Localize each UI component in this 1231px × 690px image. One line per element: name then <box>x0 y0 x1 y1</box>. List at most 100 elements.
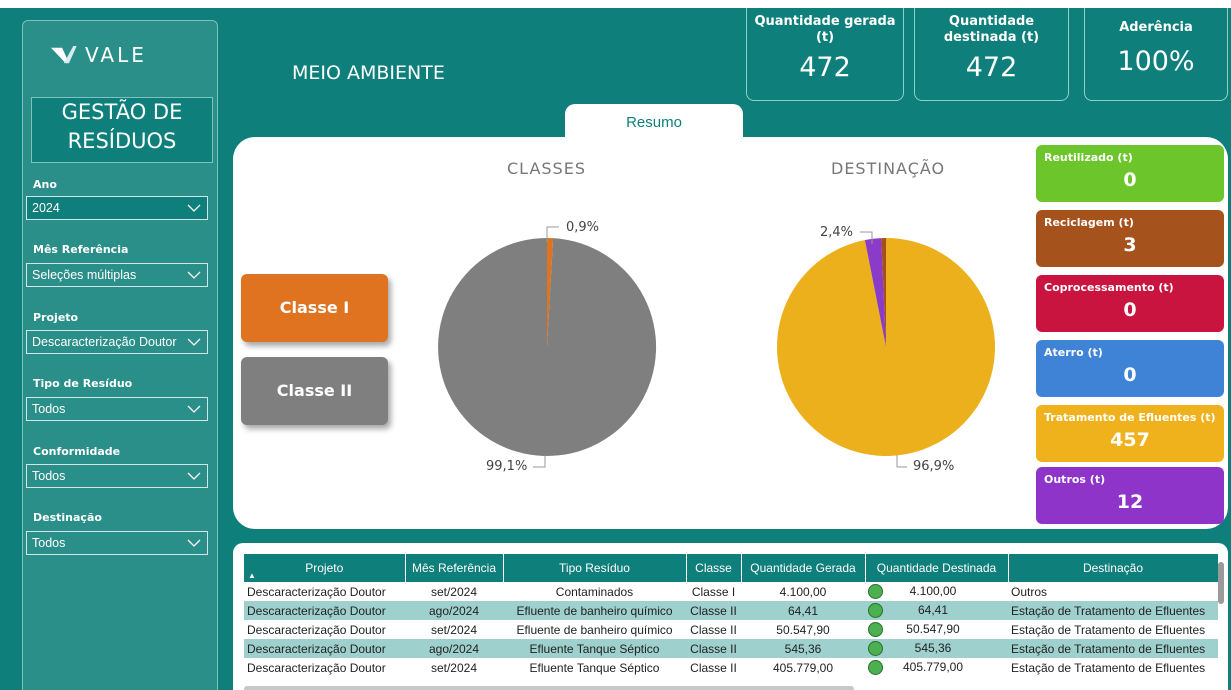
table-cell: Efluente de banheiro químico <box>503 601 686 620</box>
filter-projeto-dropdown[interactable]: Descaracterização Doutor <box>26 330 208 354</box>
card-tratamento-efluentes[interactable]: Tratamento de Efluentes (t) 457 <box>1036 405 1224 462</box>
report-canvas: VALE GESTÃO DE RESÍDUOS Ano 2024 Mês Ref… <box>0 8 1231 690</box>
filter-destinacao-dropdown[interactable]: Todos <box>26 531 208 555</box>
sort-ascending-icon: ▲ <box>248 571 256 580</box>
table-cell: 50.547,90 <box>776 622 830 637</box>
card-label: Coprocessamento (t) <box>1044 281 1174 294</box>
table-cell: 64,41 <box>741 601 865 620</box>
filter-value: Todos <box>32 536 66 550</box>
filter-ano-dropdown[interactable]: 2024 <box>26 196 208 220</box>
destinacao-label-efluentes: 96,9% <box>913 459 955 474</box>
table-cell: Outros <box>1011 584 1048 599</box>
table-cell: 50.547,90 <box>865 620 1008 639</box>
card-value: 0 <box>1123 364 1137 386</box>
table-cell-value: 64,41 <box>917 602 949 617</box>
table-cell: Classe I <box>691 584 736 599</box>
table-cell: Descaracterização Doutor <box>247 622 386 637</box>
card-reciclagem[interactable]: Reciclagem (t) 3 <box>1036 210 1224 267</box>
chevron-down-icon <box>187 472 201 480</box>
filter-label-projeto: Projeto <box>33 311 79 324</box>
card-reutilizado[interactable]: Reutilizado (t) 0 <box>1036 145 1224 202</box>
table-cell: ago/2024 <box>405 639 503 658</box>
page-title: GESTÃO DE RESÍDUOS <box>31 97 213 163</box>
table-cell: Descaracterização Doutor <box>244 601 405 620</box>
classes-pie-chart <box>438 237 657 456</box>
kpi-value: 472 <box>799 52 851 83</box>
conformity-status-icon <box>868 660 883 676</box>
filter-tipo-dropdown[interactable]: Todos <box>26 397 208 421</box>
filter-label-ano: Ano <box>33 178 57 191</box>
destinacao-title: DESTINAÇÃO <box>831 159 946 178</box>
card-value: 3 <box>1123 234 1137 256</box>
conformity-status-icon <box>868 641 883 657</box>
column-header-tipo[interactable]: Tipo Resíduo <box>503 554 687 582</box>
filter-value: Seleções múltiplas <box>32 268 137 282</box>
section-heading: MEIO AMBIENTE <box>292 62 445 84</box>
table-cell: 405.779,00 <box>772 660 834 675</box>
card-label: Outros (t) <box>1044 473 1106 486</box>
kpi-value: 472 <box>965 52 1018 83</box>
table-cell: Classe II <box>686 639 741 658</box>
horizontal-scrollbar[interactable] <box>244 686 854 690</box>
table-cell: Descaracterização Doutor <box>244 639 405 658</box>
table-cell: set/2024 <box>430 584 478 599</box>
card-outros[interactable]: Outros (t) 12 <box>1036 467 1224 524</box>
table-cell: Classe II <box>686 601 741 620</box>
filter-value: 2024 <box>32 201 60 215</box>
table-cell-value: 405.779,00 <box>902 659 964 674</box>
table-row[interactable]: Descaracterização Doutor ago/2024 Efluente… <box>244 601 1218 620</box>
logo-text: VALE <box>85 43 147 67</box>
table-cell-value: 50.547,90 <box>906 621 960 636</box>
table-cell: Classe II <box>690 660 737 675</box>
kpi-aderencia: Aderência 100% <box>1084 8 1228 101</box>
column-header-qtd-destinada[interactable]: Quantidade Destinada <box>865 554 1009 582</box>
chevron-down-icon <box>187 338 201 346</box>
table-row[interactable]: Descaracterização Doutor set/2024 Contamin… <box>244 582 1218 601</box>
kpi-value: 100% <box>1117 46 1195 77</box>
chevron-down-icon <box>187 539 201 547</box>
table-cell: Classe II <box>690 622 737 637</box>
filter-mes-dropdown[interactable]: Seleções múltiplas <box>26 263 208 287</box>
table-header-row: Projeto ▲ Mês Referência Tipo Resíduo Cla… <box>244 554 1219 582</box>
destinacao-label-outros: 2,4% <box>820 225 854 240</box>
table-cell: Descaracterização Doutor <box>247 660 386 675</box>
table-row[interactable]: Descaracterização Doutor set/2024 Efluente… <box>244 658 1218 677</box>
table-cell-value: 4.100,00 <box>909 583 957 598</box>
kpi-label: Aderência <box>1119 20 1193 35</box>
kpi-label: Quantidade destinada (t) <box>943 14 1040 45</box>
card-value: 0 <box>1123 299 1137 321</box>
destinacao-pie-chart <box>776 238 995 456</box>
kpi-label: Quantidade gerada (t) <box>754 14 896 45</box>
filter-label-destinacao: Destinação <box>33 511 102 524</box>
chevron-down-icon <box>187 405 201 413</box>
conformity-status-icon <box>868 584 883 600</box>
column-header-mes[interactable]: Mês Referência <box>405 554 504 582</box>
card-value: 457 <box>1110 429 1150 451</box>
table-cell: 4.100,00 <box>865 582 1008 601</box>
vertical-scrollbar[interactable] <box>1218 562 1224 604</box>
conformity-status-icon <box>868 603 883 619</box>
column-header-destinacao[interactable]: Destinação <box>1008 554 1219 582</box>
card-aterro[interactable]: Aterro (t) 0 <box>1036 340 1224 397</box>
table-cell: Estação de Tratamento de Efluentes <box>1011 660 1206 675</box>
card-label: Aterro (t) <box>1044 346 1103 359</box>
table-cell-value: 545,36 <box>914 640 952 655</box>
column-header-qtd-gerada[interactable]: Quantidade Gerada <box>741 554 866 582</box>
classe-ii-button[interactable]: Classe II <box>241 357 388 425</box>
card-label: Reutilizado (t) <box>1044 151 1133 164</box>
card-coprocessamento[interactable]: Coprocessamento (t) 0 <box>1036 275 1224 332</box>
column-header-projeto[interactable]: Projeto ▲ <box>244 554 406 582</box>
table-cell: Efluente Tanque Séptico <box>529 660 660 675</box>
table-row[interactable]: Descaracterização Doutor ago/2024 Efluente… <box>244 639 1218 658</box>
detail-table: Projeto ▲ Mês Referência Tipo Resíduo Cla… <box>244 554 1219 677</box>
summary-panel: CLASSES DESTINAÇÃO Classe I Classe II 0,… <box>233 137 1228 529</box>
filter-value: Todos <box>32 402 66 416</box>
filter-conformidade-dropdown[interactable]: Todos <box>26 464 208 488</box>
column-header-classe[interactable]: Classe <box>686 554 742 582</box>
classes-title: CLASSES <box>507 159 586 178</box>
filter-value: Descaracterização Doutor <box>32 335 177 349</box>
table-row[interactable]: Descaracterização Doutor set/2024 Efluente… <box>244 620 1218 639</box>
table-cell: set/2024 <box>430 660 478 675</box>
table-cell: Estação de Tratamento de Efluentes <box>1011 622 1206 637</box>
classe-i-button[interactable]: Classe I <box>241 274 388 342</box>
